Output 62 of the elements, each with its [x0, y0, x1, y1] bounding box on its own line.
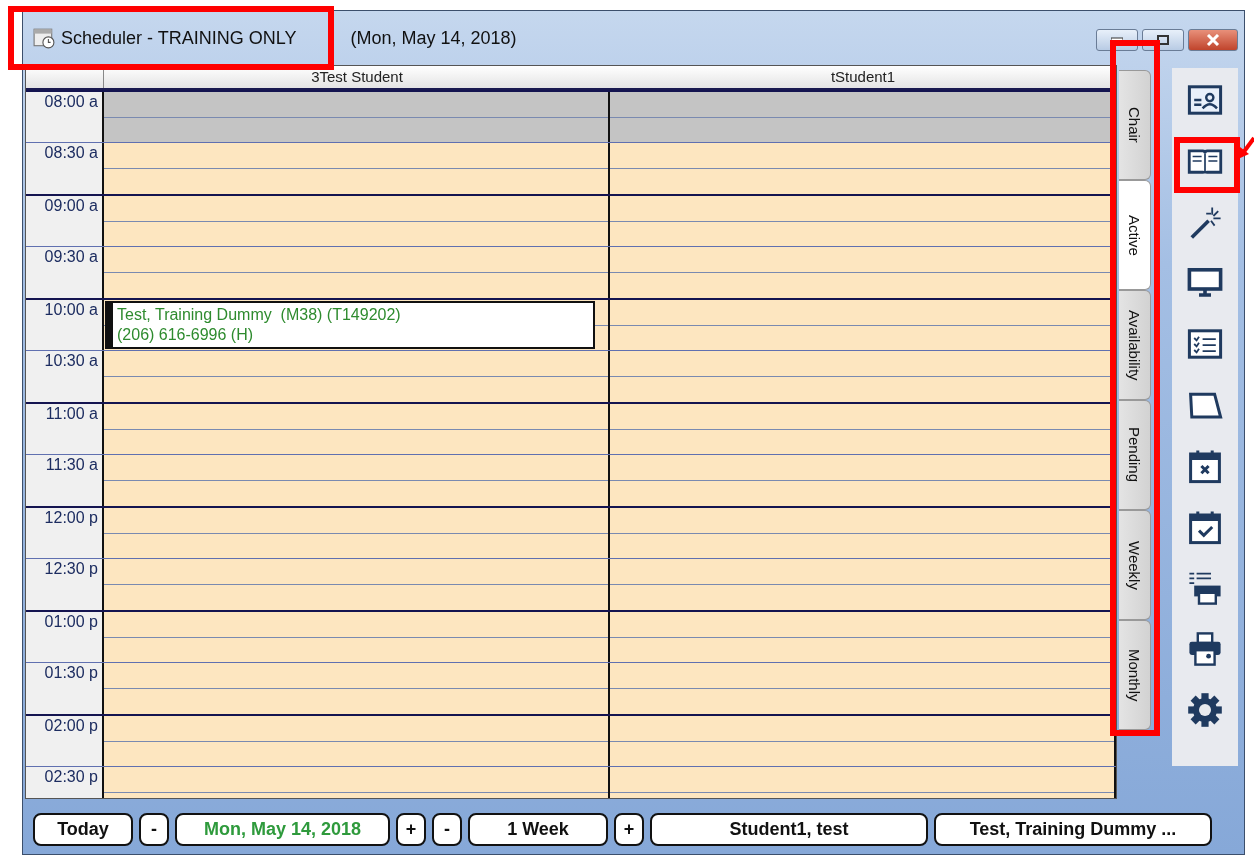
minimize-icon: [1111, 37, 1123, 43]
calendar-clock-icon: [33, 27, 55, 49]
time-slot[interactable]: [104, 455, 610, 506]
time-slot[interactable]: [104, 559, 610, 610]
view-tab[interactable]: Pending: [1119, 400, 1151, 510]
time-slot[interactable]: [104, 351, 610, 402]
printer-list-icon[interactable]: [1187, 570, 1223, 606]
appointment-text: (206) 616-6996 (H): [117, 325, 255, 345]
time-slot[interactable]: [104, 663, 610, 714]
time-label: 10:30 a: [44, 352, 98, 370]
time-label: 01:30 p: [44, 664, 98, 682]
time-label: 02:30 p: [44, 768, 98, 786]
time-label: 08:00 a: [44, 93, 98, 111]
time-label: 12:00 p: [44, 509, 98, 527]
view-tab[interactable]: Active: [1119, 180, 1151, 290]
calendar-cross-icon[interactable]: [1187, 448, 1223, 484]
time-label: 11:00 a: [45, 405, 98, 423]
window-title: Scheduler - TRAINING ONLY: [61, 27, 297, 49]
maximize-icon: [1157, 35, 1169, 45]
time-label: 01:00 p: [44, 613, 98, 631]
nav-button[interactable]: Test, Training Dummy ...: [934, 813, 1212, 846]
time-slot[interactable]: [104, 92, 610, 142]
time-label: 12:30 p: [44, 560, 98, 578]
time-slot[interactable]: [104, 612, 610, 662]
time-slot[interactable]: [610, 716, 1116, 766]
close-button[interactable]: [1188, 29, 1238, 51]
time-slot[interactable]: [104, 196, 610, 246]
id-card-icon[interactable]: [1187, 82, 1223, 118]
annotation-arrow: [1238, 136, 1254, 160]
view-tab[interactable]: Availability: [1119, 290, 1151, 400]
nav-button[interactable]: -: [139, 813, 169, 846]
time-label: 10:00 a: [44, 301, 98, 319]
highlight-frame: [1174, 137, 1240, 193]
time-label: 08:30 a: [44, 144, 98, 162]
nav-button[interactable]: +: [396, 813, 426, 846]
time-slot[interactable]: [104, 716, 610, 766]
view-tab[interactable]: Monthly: [1119, 620, 1151, 730]
nav-button[interactable]: Student1, test: [650, 813, 928, 846]
time-label: 11:30 a: [45, 456, 98, 474]
view-tab[interactable]: Weekly: [1119, 510, 1151, 620]
column-header: 3Test Student: [310, 67, 404, 87]
window-date: (Mon, May 14, 2018): [350, 27, 517, 49]
time-slot[interactable]: [104, 143, 610, 194]
checklist-icon[interactable]: [1187, 326, 1223, 362]
calendar-check-icon[interactable]: [1187, 509, 1223, 545]
settings-icon[interactable]: [1187, 692, 1223, 728]
time-label: 09:00 a: [44, 197, 98, 215]
time-slot[interactable]: [104, 247, 610, 298]
nav-button[interactable]: Mon, May 14, 2018: [175, 813, 390, 846]
time-label: 09:30 a: [44, 248, 98, 266]
view-tab[interactable]: Chair: [1119, 70, 1151, 180]
nav-button[interactable]: 1 Week: [468, 813, 608, 846]
time-slot[interactable]: [104, 508, 610, 558]
printer-icon[interactable]: [1187, 631, 1223, 667]
nav-button[interactable]: +: [614, 813, 644, 846]
column-header: tStudent1: [829, 67, 897, 87]
time-slot[interactable]: [104, 404, 610, 454]
nav-button[interactable]: -: [432, 813, 462, 846]
time-label: 02:00 p: [44, 717, 98, 735]
nav-button[interactable]: Today: [33, 813, 133, 846]
appointment-text: Test, Training Dummy (M38) (T149202): [117, 305, 402, 325]
close-icon: [1206, 34, 1220, 46]
